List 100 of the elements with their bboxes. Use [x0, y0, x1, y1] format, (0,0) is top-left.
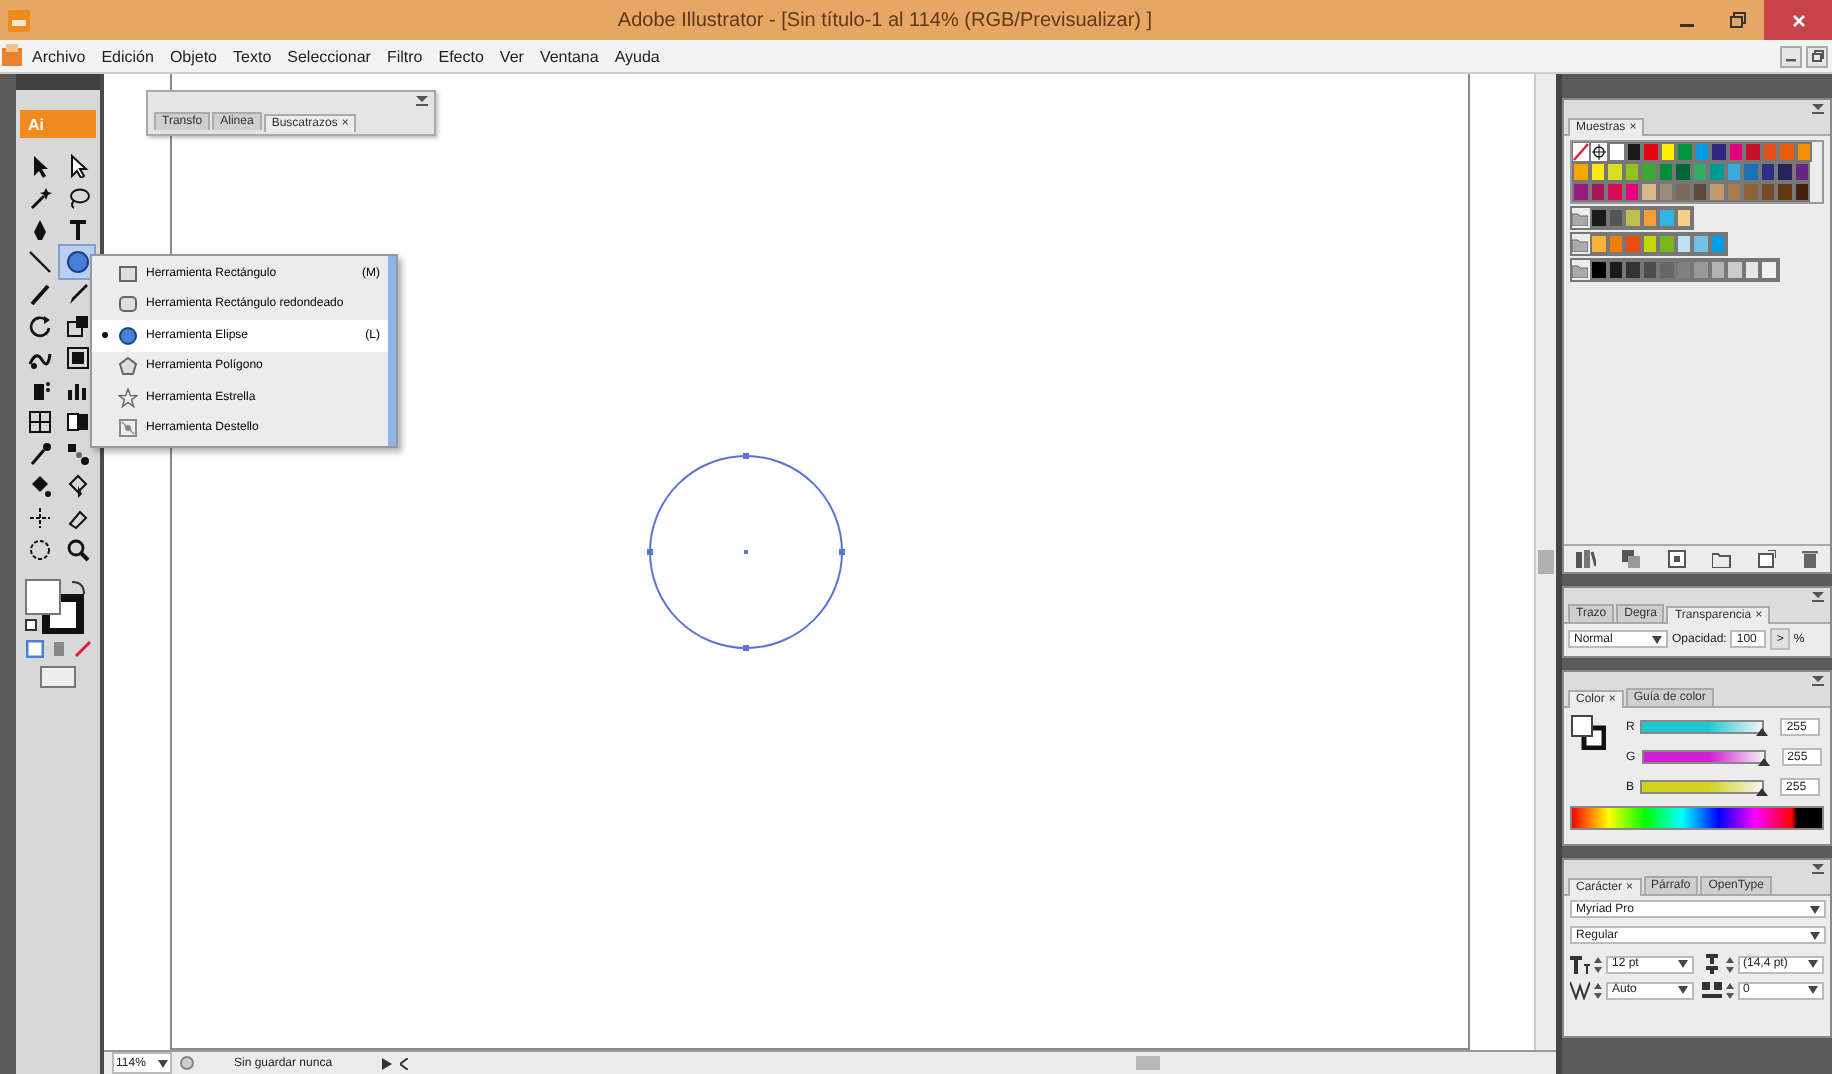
color-swatch[interactable]	[1692, 234, 1709, 254]
color-swatch[interactable]	[1642, 142, 1659, 162]
color-swatch[interactable]	[1674, 182, 1691, 202]
mesh-icon	[27, 410, 51, 434]
none-mode-icon	[73, 640, 91, 658]
color-swatch[interactable]	[1608, 142, 1625, 162]
color-swatch[interactable]	[1742, 162, 1759, 182]
window-title: Adobe Illustrator - [Sin título-1 al 114% (RGB/Previsualizar) ]	[615, 9, 1155, 31]
gradient-icon	[65, 410, 89, 434]
color-swatch[interactable]	[1624, 234, 1641, 254]
polygon-icon	[118, 356, 138, 377]
color-swatch[interactable]	[1742, 182, 1759, 202]
color-swatch[interactable]	[1708, 162, 1725, 182]
app-icon	[8, 9, 30, 31]
panel-menu-icon	[1812, 592, 1826, 604]
color-swatch[interactable]	[1674, 162, 1691, 182]
tool-button[interactable]	[60, 246, 94, 278]
caret-icon	[158, 1059, 168, 1067]
play-icon	[382, 1057, 392, 1069]
color-swatch[interactable]	[1726, 260, 1743, 280]
color-swatch[interactable]	[1658, 260, 1675, 280]
color-swatch[interactable]	[1572, 182, 1589, 202]
rounded-rectangle-icon	[118, 294, 138, 315]
color-swatch[interactable]	[1590, 208, 1607, 228]
dotted-circle-icon	[27, 538, 51, 562]
color-swatch[interactable]	[1676, 142, 1693, 162]
color-swatch[interactable]	[1776, 182, 1793, 202]
color-swatch[interactable]	[1776, 162, 1793, 182]
trash-icon[interactable]	[1801, 550, 1818, 568]
restore-icon	[1811, 50, 1823, 62]
panel-menu-icon[interactable]	[416, 96, 430, 108]
scroll-thumb[interactable]	[1136, 1056, 1160, 1070]
menu-item[interactable]: Texto	[225, 47, 280, 65]
swatch-kind-icon[interactable]	[1622, 550, 1643, 568]
color-swatch[interactable]	[1640, 182, 1657, 202]
caret-icon	[1652, 635, 1662, 643]
slider-thumb[interactable]	[1757, 758, 1770, 766]
menu-item[interactable]: Filtro	[378, 47, 431, 65]
menu-item[interactable]: Ver	[491, 47, 532, 65]
type-tool-icon	[65, 218, 89, 242]
restore-document-button[interactable]	[1806, 45, 1828, 67]
tracking-icon	[1701, 980, 1721, 1000]
screen-mode-button[interactable]	[40, 666, 76, 688]
color-swatch[interactable]	[1692, 260, 1709, 280]
panel-menu-icon	[1812, 864, 1826, 876]
slice-icon	[27, 506, 51, 530]
color-slider[interactable]	[1640, 780, 1765, 794]
menu-item[interactable]: Efecto	[430, 47, 492, 65]
free-transform-icon	[65, 346, 89, 370]
color-spectrum[interactable]	[1570, 806, 1824, 830]
caret-icon	[1810, 905, 1820, 913]
menu-item[interactable]: Objeto	[161, 47, 226, 65]
slider-thumb[interactable]	[1756, 788, 1769, 796]
color-swatch[interactable]	[1590, 234, 1607, 254]
color-swatch[interactable]	[1658, 208, 1675, 228]
color-swatch[interactable]	[1640, 162, 1657, 182]
color-swatch[interactable]	[1760, 260, 1777, 280]
minimize-document-button[interactable]	[1780, 45, 1802, 67]
leading-icon	[1701, 954, 1721, 974]
vertical-scrollbar[interactable]	[1534, 74, 1556, 1050]
menu-item[interactable]: Ayuda	[606, 47, 668, 65]
color-swatch[interactable]	[1572, 162, 1589, 182]
menu-item[interactable]: Ventana	[531, 47, 607, 65]
bullet-icon	[101, 332, 107, 339]
kerning-icon	[1570, 980, 1590, 1000]
color-swatch[interactable]	[1744, 142, 1761, 162]
lasso-icon	[65, 186, 89, 210]
new-swatch-icon[interactable]	[1757, 550, 1776, 568]
scroll-thumb[interactable]	[1538, 550, 1554, 574]
color-swatch[interactable]	[1778, 142, 1795, 162]
star-icon	[118, 387, 138, 408]
caret-icon	[1677, 960, 1687, 968]
menu-item[interactable]: Edición	[93, 47, 162, 65]
color-swatch[interactable]	[1606, 162, 1623, 182]
swatch-options-icon[interactable]	[1668, 550, 1687, 568]
color-swatch[interactable]	[1710, 142, 1727, 162]
color-swatch[interactable]	[1624, 260, 1641, 280]
wand-icon	[27, 186, 51, 210]
color-slider[interactable]	[1640, 720, 1765, 734]
stepper-icon[interactable]	[1725, 981, 1733, 999]
color-swatch[interactable]	[1624, 208, 1641, 228]
color-swatch[interactable]	[1708, 182, 1725, 202]
bar-graph-icon	[65, 378, 89, 402]
registration-swatch[interactable]	[1590, 142, 1608, 162]
gradient-mode-icon	[49, 640, 67, 658]
color-swatch[interactable]	[1606, 182, 1623, 202]
color-swatch[interactable]	[1590, 260, 1607, 280]
caret-icon	[1677, 986, 1687, 994]
menu-item[interactable]: Seleccionar	[279, 47, 379, 65]
stepper-icon[interactable]	[1725, 955, 1733, 973]
none-swatch[interactable]	[1572, 142, 1590, 162]
color-swatch[interactable]	[1658, 234, 1675, 254]
stepper-icon[interactable]	[1594, 981, 1602, 999]
color-slider[interactable]	[1641, 750, 1766, 764]
new-group-icon[interactable]	[1711, 550, 1732, 568]
color-mode-icon	[25, 640, 43, 658]
stepper-icon[interactable]	[1594, 955, 1602, 973]
library-icon[interactable]	[1576, 550, 1597, 568]
slider-thumb[interactable]	[1756, 728, 1769, 736]
menu-item[interactable]: Archivo	[24, 47, 94, 65]
